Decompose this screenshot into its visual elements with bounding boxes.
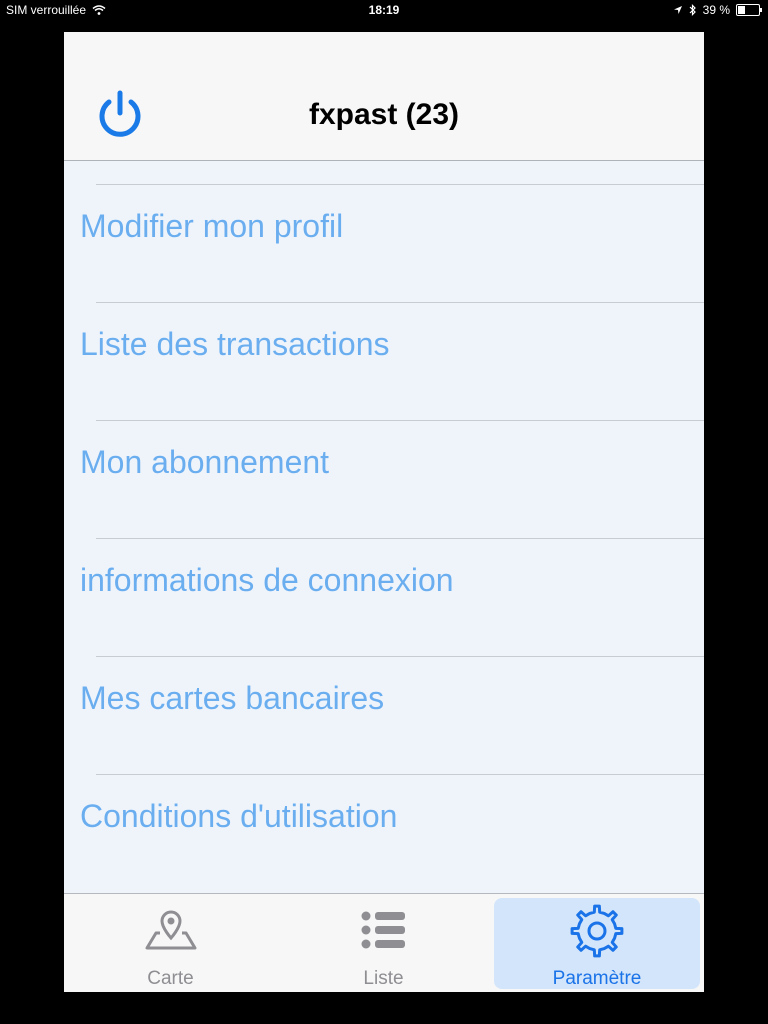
battery-icon <box>736 4 762 16</box>
tab-label: Paramètre <box>552 968 642 989</box>
divider <box>96 420 704 421</box>
app-window: fxpast (23) Modifier mon profil Liste de… <box>64 32 704 992</box>
list-icon <box>361 911 405 949</box>
tab-parametre[interactable]: Paramètre <box>490 894 704 992</box>
menu-item-label: Mes cartes bancaires <box>80 680 385 716</box>
status-bar: SIM verrouillée 18:19 39 % <box>0 0 768 22</box>
status-right: 39 % <box>673 3 762 17</box>
menu-item-label: Modifier mon profil <box>80 208 344 244</box>
divider <box>96 184 704 185</box>
tab-liste[interactable]: Liste <box>277 894 490 992</box>
tab-bar: Carte Liste Paramètre <box>64 893 704 992</box>
clock: 18:19 <box>368 3 400 17</box>
divider <box>96 302 704 303</box>
divider <box>96 656 704 657</box>
gear-outline <box>570 904 624 958</box>
gear-hub <box>587 921 607 941</box>
divider <box>96 774 704 775</box>
menu-item-abonnement[interactable]: Mon abonnement <box>64 420 704 538</box>
tab-carte[interactable]: Carte <box>64 894 277 992</box>
menu-item-label: Conditions d'utilisation <box>80 798 398 834</box>
menu-item-label: Liste des transactions <box>80 326 390 362</box>
menu-item-label: informations de connexion <box>80 562 454 598</box>
gear-icon <box>570 904 624 958</box>
map-pin-icon <box>145 910 196 950</box>
navigation-bar: fxpast (23) <box>64 32 704 161</box>
location-icon <box>673 6 682 14</box>
battery-cap <box>760 8 762 12</box>
page-title: fxpast (23) <box>308 98 460 131</box>
menu-item-informations-connexion[interactable]: informations de connexion <box>64 538 704 656</box>
bluetooth-icon <box>689 4 696 16</box>
divider <box>96 538 704 539</box>
menu-item-conditions-utilisation[interactable]: Conditions d'utilisation <box>64 774 704 892</box>
tab-label: Carte <box>147 968 194 989</box>
battery-percent: 39 % <box>702 3 730 17</box>
battery-level <box>738 6 745 14</box>
menu-item-label: Mon abonnement <box>80 444 330 480</box>
menu-item-cartes-bancaires[interactable]: Mes cartes bancaires <box>64 656 704 774</box>
menu-item-modifier-profil[interactable]: Modifier mon profil <box>64 184 704 302</box>
settings-menu: Modifier mon profil Liste des transactio… <box>64 161 704 892</box>
menu-item-liste-transactions[interactable]: Liste des transactions <box>64 302 704 420</box>
tab-label: Liste <box>363 968 404 989</box>
